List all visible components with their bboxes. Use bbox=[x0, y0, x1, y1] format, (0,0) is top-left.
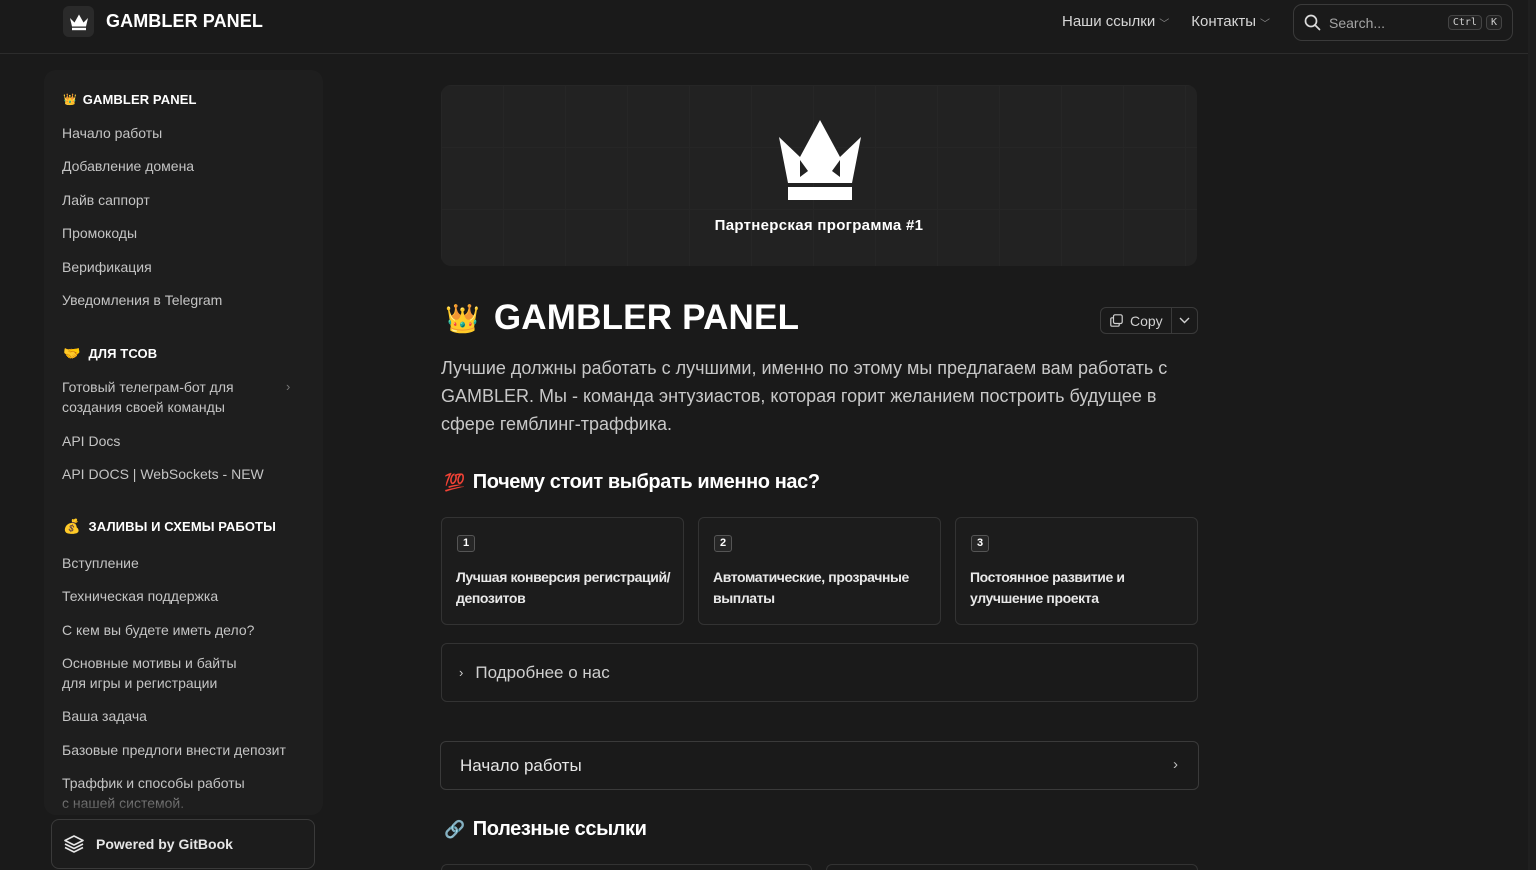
crown-icon bbox=[63, 6, 94, 37]
feature-card: 2 Автоматические, прозрачные выплаты bbox=[698, 517, 941, 625]
sidebar-item-api-docs[interactable]: API Docs bbox=[62, 431, 307, 451]
sidebar-section-title: ЗАЛИВЫ И СХЕМЫ РАБОТЫ bbox=[88, 519, 276, 534]
powered-by-gitbook[interactable]: Powered by GitBook bbox=[51, 819, 315, 869]
crown-emoji-icon: 👑 bbox=[63, 94, 77, 106]
search-icon bbox=[1304, 14, 1321, 31]
sidebar-item-telegram-bot[interactable]: Готовый телеграм-бот для создания своей … bbox=[62, 377, 252, 417]
powered-by-label: Powered by GitBook bbox=[96, 836, 233, 852]
sidebar-item-intro[interactable]: Вступление bbox=[62, 553, 307, 573]
sidebar-item-add-domain[interactable]: Добавление домена bbox=[62, 156, 307, 176]
sidebar: 👑 GAMBLER PANEL Начало работы Добавление… bbox=[44, 70, 323, 815]
useful-links-heading-text: Полезные ссылки bbox=[472, 818, 647, 840]
feature-card: 3 Постоянное развитие и улучшение проект… bbox=[955, 517, 1198, 625]
sidebar-item-your-task[interactable]: Ваша задача bbox=[62, 706, 307, 726]
kbd-ctrl: Ctrl bbox=[1447, 15, 1482, 30]
copy-label: Copy bbox=[1130, 312, 1163, 329]
card-number: 3 bbox=[971, 535, 989, 552]
sidebar-item-deposit-pretexts[interactable]: Базовые предлоги внести депозит bbox=[62, 740, 307, 760]
next-page-label: Начало работы bbox=[460, 755, 582, 775]
sidebar-item-who-you-deal-with[interactable]: С кем вы будете иметь дело? bbox=[62, 620, 307, 640]
hundred-emoji-icon: 💯 bbox=[444, 472, 465, 492]
link-card[interactable] bbox=[826, 864, 1198, 870]
sidebar-item-tech-support[interactable]: Техническая поддержка bbox=[62, 586, 307, 606]
sidebar-item-verification[interactable]: Верификация bbox=[62, 257, 307, 277]
nav-contacts[interactable]: Контакты ﹀ bbox=[1191, 13, 1270, 30]
chevron-right-icon: › bbox=[459, 665, 464, 680]
sidebar-fade bbox=[44, 788, 323, 815]
nav-contacts-label: Контакты bbox=[1191, 13, 1257, 30]
hero-banner: Партнерская программа #1 bbox=[441, 85, 1197, 266]
money-bag-emoji-icon: 💰 bbox=[63, 518, 81, 534]
card-text: Постоянное развитие и улучшение проекта bbox=[970, 569, 1125, 606]
header-nav: Наши ссылки ﹀ Контакты ﹀ bbox=[1062, 13, 1270, 30]
page-scrollbar[interactable] bbox=[1528, 0, 1536, 870]
stepper-cards: 1 Лучшая конверсия регистраций/депозитов… bbox=[441, 517, 1198, 625]
sidebar-item-telegram-notifications[interactable]: Уведомления в Telegram bbox=[62, 290, 307, 310]
chevron-down-icon: ﹀ bbox=[1260, 19, 1271, 30]
sidebar-item-label: Готовый телеграм-бот для создания своей … bbox=[62, 379, 234, 415]
search-shortcut: Ctrl K bbox=[1444, 15, 1502, 30]
useful-links-heading: 🔗 Полезные ссылки bbox=[444, 818, 647, 841]
sidebar-item-api-websockets[interactable]: API DOCS | WebSockets - NEW bbox=[62, 464, 307, 484]
copy-options-button[interactable] bbox=[1172, 308, 1197, 333]
gitbook-icon bbox=[64, 835, 84, 853]
copy-button-group: Copy bbox=[1100, 307, 1198, 334]
top-bar: GAMBLER PANEL Наши ссылки ﹀ Контакты ﹀ C… bbox=[0, 0, 1536, 54]
sidebar-item-motives[interactable]: Основные мотивы и байты для игры и регис… bbox=[62, 653, 252, 693]
nav-our-links-label: Наши ссылки bbox=[1062, 13, 1156, 30]
hero-caption: Партнерская программа #1 bbox=[714, 217, 924, 234]
sidebar-section-title: GAMBLER PANEL bbox=[82, 92, 197, 107]
page-title-row: 👑 GAMBLER PANEL bbox=[445, 298, 799, 338]
chevron-down-icon bbox=[1179, 317, 1190, 324]
handshake-emoji-icon: 🤝 bbox=[63, 345, 81, 361]
copy-button[interactable]: Copy bbox=[1101, 308, 1172, 333]
crown-icon bbox=[779, 120, 861, 200]
crown-emoji-icon: 👑 bbox=[445, 302, 480, 334]
sidebar-item-start[interactable]: Начало работы bbox=[62, 123, 307, 143]
why-us-heading-text: Почему стоит выбрать именно нас? bbox=[472, 471, 820, 493]
chevron-right-icon[interactable]: › bbox=[286, 379, 290, 394]
lead-paragraph: Лучшие должны работать с лучшими, именно… bbox=[441, 358, 1168, 434]
link-emoji-icon: 🔗 bbox=[444, 819, 465, 839]
card-number: 2 bbox=[714, 535, 732, 552]
card-text: Автоматические, прозрачные выплаты bbox=[713, 569, 909, 606]
feature-card: 1 Лучшая конверсия регистраций/депозитов bbox=[441, 517, 684, 625]
brand-title: GAMBLER PANEL bbox=[106, 11, 263, 31]
link-card[interactable] bbox=[441, 864, 812, 870]
sidebar-section-title: ДЛЯ ТСОВ bbox=[88, 346, 158, 361]
about-us-expandable[interactable]: › Подробнее о нас bbox=[441, 643, 1198, 702]
kbd-k: K bbox=[1485, 15, 1502, 30]
chevron-down-icon: ﹀ bbox=[1159, 19, 1170, 30]
copy-icon bbox=[1110, 314, 1123, 327]
card-number: 1 bbox=[457, 535, 475, 552]
sidebar-item-promocodes[interactable]: Промокоды bbox=[62, 223, 307, 243]
sidebar-item-live-support[interactable]: Лайв саппорт bbox=[62, 190, 307, 210]
nav-our-links[interactable]: Наши ссылки ﹀ bbox=[1062, 13, 1169, 30]
next-page-card[interactable]: Начало работы › bbox=[440, 741, 1199, 790]
page-title: GAMBLER PANEL bbox=[493, 298, 800, 337]
search-input[interactable] bbox=[1329, 14, 1439, 31]
card-text: Лучшая конверсия регистраций/депозитов bbox=[456, 569, 671, 606]
search-box[interactable]: Ctrl K bbox=[1293, 4, 1513, 41]
details-label: Подробнее о нас bbox=[475, 662, 610, 682]
chevron-right-icon: › bbox=[1173, 756, 1178, 773]
why-us-heading: 💯 Почему стоит выбрать именно нас? bbox=[444, 471, 820, 494]
brand[interactable]: GAMBLER PANEL bbox=[63, 6, 263, 37]
sidebar-section-gambler-panel: 👑 GAMBLER PANEL bbox=[63, 92, 197, 107]
sidebar-section-for-tc: 🤝 ДЛЯ ТСОВ bbox=[63, 345, 157, 362]
sidebar-section-schemes: 💰 ЗАЛИВЫ И СХЕМЫ РАБОТЫ bbox=[63, 518, 276, 535]
